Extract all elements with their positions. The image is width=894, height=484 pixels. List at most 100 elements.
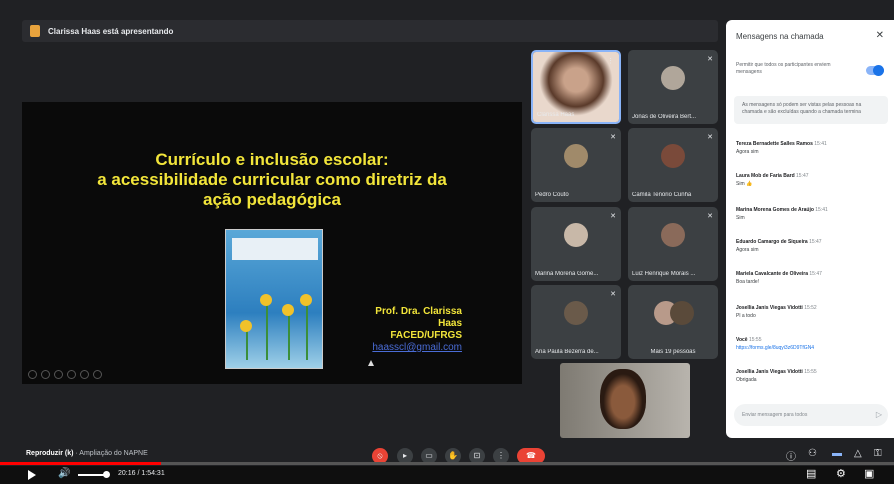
- message-time: 15:47: [809, 239, 822, 245]
- participant-tile[interactable]: ✕ Pedro Couto: [531, 128, 621, 202]
- message-link[interactable]: https://forms.gle/8uqyi3z6D9TfGN4: [736, 344, 886, 352]
- message-author: Tereza Bernadette Salles Ramos: [736, 141, 813, 147]
- presenting-banner: Clarissa Haas está apresentando: [22, 20, 718, 42]
- mic-off-icon: ✕: [707, 134, 713, 141]
- avatar: [564, 144, 588, 168]
- self-view-face: [600, 369, 646, 429]
- chat-input[interactable]: Enviar mensagem para todos: [734, 404, 888, 426]
- chat-title: Mensagens na chamada: [736, 32, 824, 41]
- participant-tile[interactable]: ✕ Luiz Henrique Morais ...: [628, 207, 718, 281]
- slide-pen-icon[interactable]: [54, 370, 63, 379]
- avatar: [661, 144, 685, 168]
- chat-panel: Mensagens na chamada ✕ Permitir que todo…: [726, 20, 894, 438]
- chat-message: Marina Morena Gomes de Araújo 15:41 Sim: [736, 206, 886, 222]
- mic-off-icon: ✕: [610, 134, 616, 141]
- mic-off-icon: ✕: [707, 56, 713, 63]
- author-email-link[interactable]: haasscl@gmail.com: [352, 342, 462, 354]
- message-author: Você: [736, 337, 748, 343]
- participant-name: Marina Morena Gome...: [535, 271, 599, 277]
- chat-message: Você 15:55 https://forms.gle/8uqyi3z6D9T…: [736, 336, 886, 352]
- participant-name: Jonas de Oliveira Bert...: [632, 114, 697, 120]
- author-name: Prof. Dra. Clarissa Haas: [375, 306, 462, 329]
- participant-tile[interactable]: ✕ Jonas de Oliveira Bert...: [628, 50, 718, 124]
- participant-tile[interactable]: ⋮ Clarissa Haas: [531, 50, 621, 124]
- participant-tile[interactable]: ✕ Marina Morena Gome...: [531, 207, 621, 281]
- play-icon[interactable]: [28, 470, 36, 480]
- subtitles-icon[interactable]: ▤: [806, 467, 816, 480]
- slide-title-line-2: a acessibilidade curricular como diretri…: [97, 170, 447, 189]
- chat-permission-text: Permitir que todos os participantes envi…: [736, 62, 831, 75]
- settings-gear-icon[interactable]: ⚙: [836, 467, 846, 480]
- avatar: [661, 66, 685, 90]
- message-time: 15:47: [796, 173, 809, 179]
- slide-controls: [28, 370, 102, 379]
- slide-next-icon[interactable]: [41, 370, 50, 379]
- shared-slide: Currículo e inclusão escolar: a acessibi…: [22, 102, 522, 384]
- message-author: Josellia Janis Viegas Vidotti: [736, 305, 803, 311]
- slide-title: Currículo e inclusão escolar: a acessibi…: [22, 150, 522, 210]
- participant-name: Clarissa Haas: [537, 112, 575, 118]
- participant-tile[interactable]: ✕ Ana Paula Bezerra de...: [531, 285, 621, 359]
- volume-slider[interactable]: [78, 474, 106, 476]
- volume-knob[interactable]: [103, 471, 110, 478]
- message-time: 15:47: [809, 271, 822, 277]
- volume-icon[interactable]: 🔊: [58, 468, 70, 479]
- miniplayer-icon[interactable]: ▣: [864, 467, 874, 480]
- message-time: 15:55: [804, 369, 817, 375]
- self-view-video: [560, 363, 690, 438]
- message-text: Sim 👍: [736, 181, 753, 187]
- chat-message: Josellia Janis Viegas Vidotti 15:55 Obri…: [736, 368, 886, 384]
- mouse-cursor: [368, 360, 374, 366]
- participant-tile[interactable]: ✕ Camila Tenorio Cunha: [628, 128, 718, 202]
- message-author: Marina Morena Gomes de Araújo: [736, 207, 814, 213]
- more-options-icon[interactable]: ⋮: [607, 57, 614, 65]
- message-text: Sim: [736, 215, 745, 221]
- chat-message: Tereza Bernadette Salles Ramos 15:41 Ago…: [736, 140, 886, 156]
- author-affiliation: FACED/UFRGS: [390, 330, 462, 341]
- participant-name: Mais 19 pessoas: [650, 349, 696, 355]
- slide-title-line-1: Currículo e inclusão escolar:: [155, 150, 389, 169]
- mic-off-icon: ✕: [610, 213, 616, 220]
- message-author: Mariela Cavalcante de Oliveira: [736, 271, 808, 277]
- avatar: [564, 301, 588, 325]
- chat-message: Eduardo Camargo de Siqueira 15:47 Agora …: [736, 238, 886, 254]
- participant-name: Camila Tenorio Cunha: [632, 192, 692, 198]
- video-time: 20:16 / 1:54:31: [118, 470, 165, 477]
- slide-author: Prof. Dra. Clarissa Haas FACED/UFRGS haa…: [352, 306, 462, 354]
- avatar: [564, 223, 588, 247]
- message-author: Josellia Janis Viegas Vidotti: [736, 369, 803, 375]
- chapter-title: · Ampliação do NAPNE: [75, 450, 148, 457]
- message-text: Agora sim: [736, 247, 759, 253]
- presenter-hand-icon: [30, 25, 40, 37]
- slide-prev-icon[interactable]: [28, 370, 37, 379]
- message-time: 15:41: [814, 141, 827, 147]
- video-frame: Clarissa Haas está apresentando Currícul…: [0, 0, 894, 484]
- chapter-label: Reproduzir (k) · Ampliação do NAPNE: [26, 450, 148, 457]
- message-text: Boa tarde!: [736, 279, 760, 285]
- slide-grid-icon[interactable]: [67, 370, 76, 379]
- message-time: 15:41: [815, 207, 828, 213]
- more-participants-tile[interactable]: Mais 19 pessoas: [628, 285, 718, 359]
- activities-icon[interactable]: △: [854, 448, 862, 459]
- info-icon[interactable]: ⓘ: [786, 448, 796, 463]
- chat-permission-toggle[interactable]: [866, 65, 884, 76]
- message-text: Agora sim: [736, 149, 759, 155]
- close-icon[interactable]: ✕: [876, 30, 884, 41]
- book-cover-image: [225, 229, 323, 369]
- slide-zoom-icon[interactable]: [80, 370, 89, 379]
- people-icon[interactable]: ⚇: [808, 448, 817, 459]
- message-text: Pl a todo: [736, 313, 756, 319]
- chat-message: Laura Mob de Faria Bard 15:47 Sim 👍: [736, 172, 886, 188]
- slide-more-icon[interactable]: [93, 370, 102, 379]
- message-text: Obrigada: [736, 377, 757, 383]
- send-icon[interactable]: ▷: [876, 410, 882, 419]
- presenting-text: Clarissa Haas está apresentando: [48, 26, 174, 36]
- message-author: Eduardo Camargo de Siqueira: [736, 239, 808, 245]
- video-progress-bar[interactable]: [0, 462, 894, 465]
- host-controls-icon[interactable]: ⚿: [874, 448, 882, 459]
- participant-name: Pedro Couto: [535, 192, 569, 198]
- avatar: [661, 223, 685, 247]
- chat-icon[interactable]: ▬: [832, 448, 842, 459]
- chat-message: Mariela Cavalcante de Oliveira 15:47 Boa…: [736, 270, 886, 286]
- slide-title-line-3: ação pedagógica: [203, 190, 341, 209]
